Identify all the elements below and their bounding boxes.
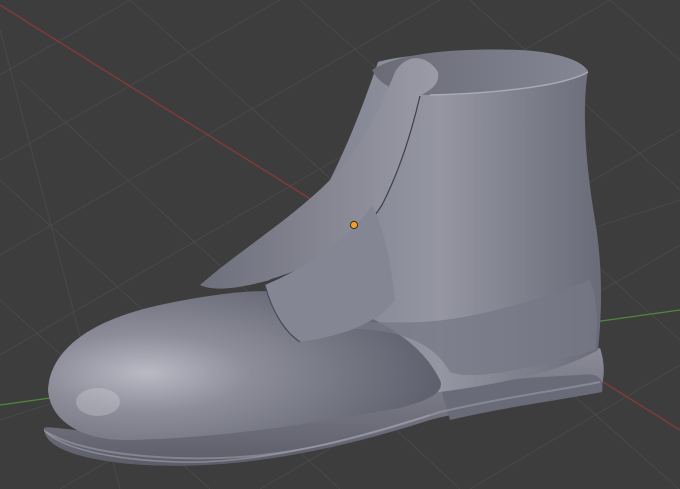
- origin-marker: [349, 220, 359, 230]
- boot-mesh: [43, 49, 604, 466]
- toe-highlight: [76, 388, 120, 416]
- 3d-viewport[interactable]: [0, 0, 680, 489]
